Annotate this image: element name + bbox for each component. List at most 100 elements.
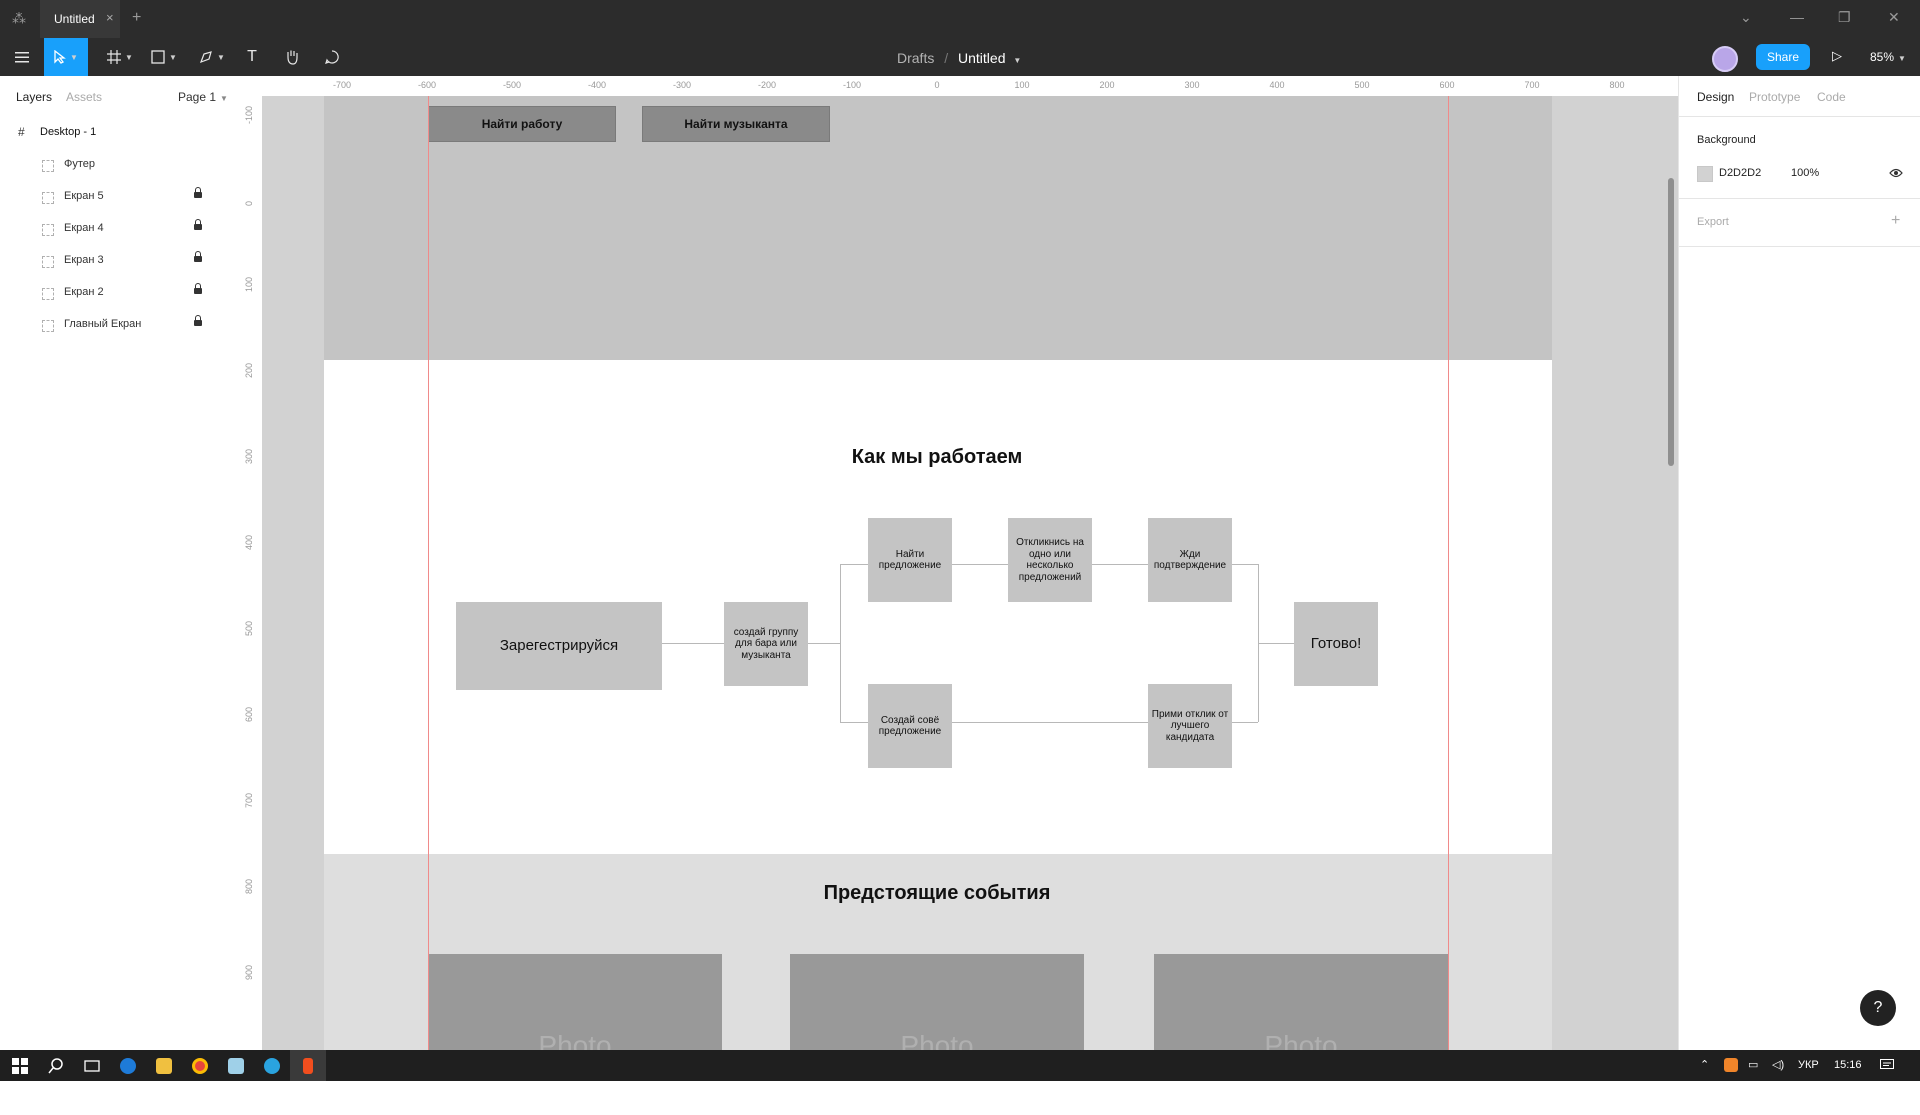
lock-icon[interactable] [194, 251, 202, 262]
ruler-tick: -600 [417, 80, 437, 90]
search-icon[interactable] [38, 1050, 74, 1081]
tab-layers[interactable]: Layers [16, 90, 52, 104]
zoom-dropdown[interactable]: 85% ▼ [1870, 50, 1906, 64]
input-language[interactable]: УКР [1798, 1059, 1819, 1071]
connector-line [1232, 722, 1258, 723]
background-opacity[interactable]: 100% [1791, 167, 1819, 179]
screen-bottom-area [0, 1081, 1920, 1115]
volume-icon[interactable]: ◁) [1772, 1058, 1784, 1071]
figma-logo-icon[interactable]: ⁂ [12, 10, 26, 27]
text-tool-icon[interactable]: T [230, 38, 274, 76]
edge-browser-icon[interactable] [110, 1050, 146, 1081]
main-menu-icon[interactable] [0, 38, 44, 76]
step-register[interactable]: Зарегестрируйся [456, 602, 662, 690]
share-button[interactable]: Share [1756, 44, 1810, 70]
group-icon [42, 320, 54, 332]
tab-prototype[interactable]: Prototype [1749, 90, 1800, 104]
frame-layer[interactable]: # Desktop - 1 [0, 120, 241, 146]
find-musician-button[interactable]: Найти музыканта [642, 106, 830, 142]
background-color-swatch[interactable] [1697, 166, 1713, 182]
user-avatar[interactable] [1712, 46, 1738, 72]
windows-taskbar: ⌃ ▭ ◁) УКР 15:16 [0, 1050, 1920, 1081]
telegram-icon[interactable] [254, 1050, 290, 1081]
chrome-icon[interactable] [182, 1050, 218, 1081]
upcoming-events-section[interactable]: Предстоящие события Photo Photo Photo [324, 854, 1552, 1050]
layer-name: Екран 4 [64, 222, 104, 234]
minimize-button[interactable]: — [1790, 9, 1804, 25]
step-done[interactable]: Готово! [1294, 602, 1378, 686]
layout-guide-left[interactable] [428, 96, 429, 1050]
layer-item[interactable]: Екран 5 [0, 184, 241, 210]
connector-line [1092, 564, 1148, 565]
find-job-button[interactable]: Найти работу [428, 106, 616, 142]
step-wait-confirmation[interactable]: Жди подтверждение [1148, 518, 1232, 602]
tab-design[interactable]: Design [1697, 90, 1734, 104]
upcoming-events-title[interactable]: Предстоящие события [324, 882, 1550, 905]
breadcrumb-separator: / [944, 50, 949, 66]
ruler-tick: 900 [244, 964, 254, 980]
background-hex[interactable]: D2D2D2 [1719, 167, 1761, 179]
present-play-icon[interactable]: ▷ [1832, 48, 1842, 64]
file-name[interactable]: Untitled [958, 50, 1005, 66]
desktop-frame[interactable]: Найти работу Найти музыканта Как мы рабо… [324, 96, 1552, 1050]
maximize-button[interactable]: ❐ [1838, 9, 1851, 26]
step-create-group[interactable]: создай группу для бара или музыканта [724, 602, 808, 686]
metamask-icon[interactable] [1724, 1058, 1738, 1072]
chevron-down-icon[interactable]: ⌄ [1740, 9, 1752, 26]
shape-tool-icon[interactable]: ▼ [142, 38, 186, 76]
ruler-tick: 100 [1014, 80, 1030, 90]
file-menu-chevron-icon[interactable]: ▼ [1013, 56, 1021, 65]
how-we-work-title[interactable]: Как мы работаем [324, 446, 1550, 469]
group-icon [42, 288, 54, 300]
hand-tool-icon[interactable] [270, 38, 314, 76]
layer-item[interactable]: Екран 2 [0, 280, 241, 306]
add-export-button[interactable]: + [1891, 212, 1900, 230]
file-tab[interactable]: Untitled × [40, 0, 120, 38]
step-find-offer[interactable]: Найти предложение [868, 518, 952, 602]
new-tab-button[interactable]: + [132, 9, 141, 27]
step-accept-response[interactable]: Прими отклик от лучшего кандидата [1148, 684, 1232, 768]
move-tool-icon[interactable]: ▼ [44, 38, 88, 76]
canvas-scrollbar[interactable] [1668, 178, 1674, 466]
clock[interactable]: 15:16 [1834, 1059, 1862, 1071]
lock-icon[interactable] [194, 219, 202, 230]
windows-start-icon[interactable] [2, 1050, 38, 1081]
event-photo[interactable]: Photo [428, 954, 722, 1050]
network-icon[interactable]: ▭ [1748, 1058, 1758, 1071]
layer-item[interactable]: Футер [0, 152, 241, 178]
step-respond[interactable]: Откликнись на одно или несколько предлож… [1008, 518, 1092, 602]
pen-tool-icon[interactable]: ▼ [190, 38, 234, 76]
ruler-tick: 500 [244, 620, 254, 636]
comment-tool-icon[interactable] [310, 38, 354, 76]
tab-code[interactable]: Code [1817, 90, 1846, 104]
layout-guide-right[interactable] [1448, 96, 1449, 1050]
notifications-icon[interactable] [1880, 1058, 1894, 1076]
layer-item[interactable]: Главный Екран [0, 312, 241, 338]
close-window-button[interactable]: ✕ [1888, 9, 1900, 26]
lock-icon[interactable] [194, 315, 202, 326]
tab-close-icon[interactable]: × [106, 10, 114, 25]
event-photo[interactable]: Photo [1154, 954, 1448, 1050]
help-button[interactable]: ? [1860, 990, 1896, 1026]
event-photo[interactable]: Photo [790, 954, 1084, 1050]
tab-assets[interactable]: Assets [66, 90, 102, 104]
tray-chevron-icon[interactable]: ⌃ [1700, 1058, 1709, 1071]
notepad-icon[interactable] [218, 1050, 254, 1081]
lock-icon[interactable] [194, 187, 202, 198]
eye-icon[interactable] [1889, 166, 1903, 184]
breadcrumb-drafts[interactable]: Drafts [897, 50, 934, 66]
figma-taskbar-icon[interactable] [290, 1050, 326, 1081]
divider [1679, 116, 1920, 117]
file-explorer-icon[interactable] [146, 1050, 182, 1081]
ruler-tick: 400 [1269, 80, 1285, 90]
hero-section[interactable]: Найти работу Найти музыканта [324, 96, 1552, 360]
layer-item[interactable]: Екран 3 [0, 248, 241, 274]
layer-item[interactable]: Екран 4 [0, 216, 241, 242]
lock-icon[interactable] [194, 283, 202, 294]
group-icon [42, 160, 54, 172]
page-selector[interactable]: Page 1 ▼ [178, 90, 228, 104]
design-canvas[interactable]: Найти работу Найти музыканта Как мы рабо… [262, 96, 1678, 1050]
frame-tool-icon[interactable]: ▼ [98, 38, 142, 76]
step-create-offer[interactable]: Создай совё предложение [868, 684, 952, 768]
task-view-icon[interactable] [74, 1050, 110, 1081]
